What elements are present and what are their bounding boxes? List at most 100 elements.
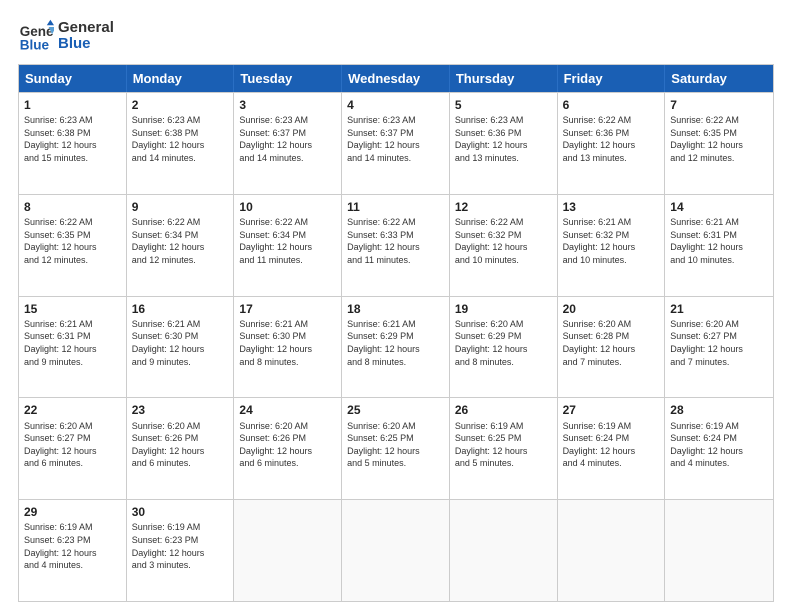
cal-cell-w3-d1: 23 Sunrise: 6:20 AM Sunset: 6:26 PM Dayli… [127,398,235,499]
day-info: Sunrise: 6:19 AM Sunset: 6:23 PM Dayligh… [24,521,121,571]
day-number: 13 [563,199,660,215]
logo-general: General [58,20,114,37]
cal-cell-w0-d6: 7Sunrise: 6:22 AM Sunset: 6:35 PM Daylig… [665,93,773,194]
day-info: Sunrise: 6:21 AM Sunset: 6:31 PM Dayligh… [24,318,121,368]
cal-cell-w2-d1: 16Sunrise: 6:21 AM Sunset: 6:30 PM Dayli… [127,297,235,398]
cal-cell-w0-d0: 1Sunrise: 6:23 AM Sunset: 6:38 PM Daylig… [19,93,127,194]
day-number: 5 [455,97,552,113]
cal-cell-w0-d2: 3Sunrise: 6:23 AM Sunset: 6:37 PM Daylig… [234,93,342,194]
day-number: 3 [239,97,336,113]
cal-cell-w2-d0: 15Sunrise: 6:21 AM Sunset: 6:31 PM Dayli… [19,297,127,398]
day-info: Sunrise: 6:22 AM Sunset: 6:35 PM Dayligh… [24,216,121,266]
day-info: Sunrise: 6:21 AM Sunset: 6:31 PM Dayligh… [670,216,768,266]
day-info: Sunrise: 6:21 AM Sunset: 6:32 PM Dayligh… [563,216,660,266]
day-number: 19 [455,301,552,317]
day-number: 7 [670,97,768,113]
day-info: Sunrise: 6:22 AM Sunset: 6:35 PM Dayligh… [670,114,768,164]
day-info: Sunrise: 6:20 AM Sunset: 6:27 PM Dayligh… [670,318,768,368]
calendar-row-3: 22 Sunrise: 6:20 AM Sunset: 6:27 PM Dayli… [19,397,773,499]
day-number: 14 [670,199,768,215]
day-info: Sunrise: 6:23 AM Sunset: 6:38 PM Dayligh… [132,114,229,164]
header-day-saturday: Saturday [665,65,773,92]
header-day-friday: Friday [558,65,666,92]
cal-cell-w4-d4 [450,500,558,601]
cal-cell-w1-d5: 13Sunrise: 6:21 AM Sunset: 6:32 PM Dayli… [558,195,666,296]
day-number: 18 [347,301,444,317]
day-info: Sunrise: 6:20 AM Sunset: 6:28 PM Dayligh… [563,318,660,368]
day-info: Sunrise: 6:22 AM Sunset: 6:36 PM Dayligh… [563,114,660,164]
day-number: 4 [347,97,444,113]
cal-cell-w3-d2: 24 Sunrise: 6:20 AM Sunset: 6:26 PM Dayli… [234,398,342,499]
cal-cell-w4-d1: 30Sunrise: 6:19 AM Sunset: 6:23 PM Dayli… [127,500,235,601]
cal-cell-w3-d0: 22 Sunrise: 6:20 AM Sunset: 6:27 PM Dayli… [19,398,127,499]
logo-blue: Blue [58,36,114,53]
cal-cell-w4-d5 [558,500,666,601]
day-number: 10 [239,199,336,215]
day-info: Sunrise: 6:23 AM Sunset: 6:36 PM Dayligh… [455,114,552,164]
day-number: 2 [132,97,229,113]
calendar-row-0: 1Sunrise: 6:23 AM Sunset: 6:38 PM Daylig… [19,92,773,194]
cal-cell-w1-d2: 10Sunrise: 6:22 AM Sunset: 6:34 PM Dayli… [234,195,342,296]
cal-cell-w4-d2 [234,500,342,601]
day-info: Sunrise: 6:21 AM Sunset: 6:30 PM Dayligh… [132,318,229,368]
day-number: 1 [24,97,121,113]
day-info: Sunrise: 6:23 AM Sunset: 6:37 PM Dayligh… [347,114,444,164]
header-day-sunday: Sunday [19,65,127,92]
header-day-tuesday: Tuesday [234,65,342,92]
cal-cell-w2-d6: 21Sunrise: 6:20 AM Sunset: 6:27 PM Dayli… [665,297,773,398]
svg-text:Blue: Blue [20,38,50,53]
cal-cell-w2-d4: 19Sunrise: 6:20 AM Sunset: 6:29 PM Dayli… [450,297,558,398]
logo: General Blue General Blue [18,18,114,54]
day-number: 28 [670,402,768,418]
cal-cell-w3-d5: 27 Sunrise: 6:19 AM Sunset: 6:24 PM Dayli… [558,398,666,499]
cal-cell-w4-d0: 29Sunrise: 6:19 AM Sunset: 6:23 PM Dayli… [19,500,127,601]
calendar-row-4: 29Sunrise: 6:19 AM Sunset: 6:23 PM Dayli… [19,499,773,601]
day-number: 25 [347,402,444,418]
calendar-body: 1Sunrise: 6:23 AM Sunset: 6:38 PM Daylig… [19,92,773,601]
calendar-row-1: 8Sunrise: 6:22 AM Sunset: 6:35 PM Daylig… [19,194,773,296]
day-number: 16 [132,301,229,317]
day-number: 21 [670,301,768,317]
day-info: Sunrise: 6:22 AM Sunset: 6:32 PM Dayligh… [455,216,552,266]
day-number: 23 [132,402,229,418]
day-info: Sunrise: 6:22 AM Sunset: 6:33 PM Dayligh… [347,216,444,266]
cal-cell-w2-d3: 18Sunrise: 6:21 AM Sunset: 6:29 PM Dayli… [342,297,450,398]
cal-cell-w0-d5: 6Sunrise: 6:22 AM Sunset: 6:36 PM Daylig… [558,93,666,194]
cal-cell-w3-d6: 28 Sunrise: 6:19 AM Sunset: 6:24 PM Dayli… [665,398,773,499]
day-info: Sunrise: 6:20 AM Sunset: 6:25 PM Dayligh… [347,420,444,470]
day-info: Sunrise: 6:20 AM Sunset: 6:29 PM Dayligh… [455,318,552,368]
day-info: Sunrise: 6:23 AM Sunset: 6:37 PM Dayligh… [239,114,336,164]
day-number: 22 [24,402,121,418]
cal-cell-w3-d3: 25 Sunrise: 6:20 AM Sunset: 6:25 PM Dayli… [342,398,450,499]
logo-icon: General Blue [18,18,54,54]
day-info: Sunrise: 6:19 AM Sunset: 6:24 PM Dayligh… [670,420,768,470]
day-info: Sunrise: 6:23 AM Sunset: 6:38 PM Dayligh… [24,114,121,164]
day-number: 6 [563,97,660,113]
day-number: 27 [563,402,660,418]
day-number: 20 [563,301,660,317]
day-info: Sunrise: 6:20 AM Sunset: 6:26 PM Dayligh… [132,420,229,470]
day-number: 9 [132,199,229,215]
cal-cell-w4-d3 [342,500,450,601]
day-number: 30 [132,504,229,520]
calendar: SundayMondayTuesdayWednesdayThursdayFrid… [18,64,774,602]
cal-cell-w0-d4: 5Sunrise: 6:23 AM Sunset: 6:36 PM Daylig… [450,93,558,194]
day-info: Sunrise: 6:21 AM Sunset: 6:29 PM Dayligh… [347,318,444,368]
cal-cell-w1-d4: 12Sunrise: 6:22 AM Sunset: 6:32 PM Dayli… [450,195,558,296]
header-day-monday: Monday [127,65,235,92]
day-info: Sunrise: 6:20 AM Sunset: 6:26 PM Dayligh… [239,420,336,470]
calendar-row-2: 15Sunrise: 6:21 AM Sunset: 6:31 PM Dayli… [19,296,773,398]
day-info: Sunrise: 6:21 AM Sunset: 6:30 PM Dayligh… [239,318,336,368]
day-number: 24 [239,402,336,418]
header: General Blue General Blue [18,18,774,54]
day-info: Sunrise: 6:20 AM Sunset: 6:27 PM Dayligh… [24,420,121,470]
day-number: 11 [347,199,444,215]
cal-cell-w2-d5: 20Sunrise: 6:20 AM Sunset: 6:28 PM Dayli… [558,297,666,398]
cal-cell-w0-d1: 2Sunrise: 6:23 AM Sunset: 6:38 PM Daylig… [127,93,235,194]
day-info: Sunrise: 6:19 AM Sunset: 6:24 PM Dayligh… [563,420,660,470]
cal-cell-w4-d6 [665,500,773,601]
day-number: 12 [455,199,552,215]
day-info: Sunrise: 6:19 AM Sunset: 6:23 PM Dayligh… [132,521,229,571]
cal-cell-w1-d0: 8Sunrise: 6:22 AM Sunset: 6:35 PM Daylig… [19,195,127,296]
cal-cell-w3-d4: 26Sunrise: 6:19 AM Sunset: 6:25 PM Dayli… [450,398,558,499]
